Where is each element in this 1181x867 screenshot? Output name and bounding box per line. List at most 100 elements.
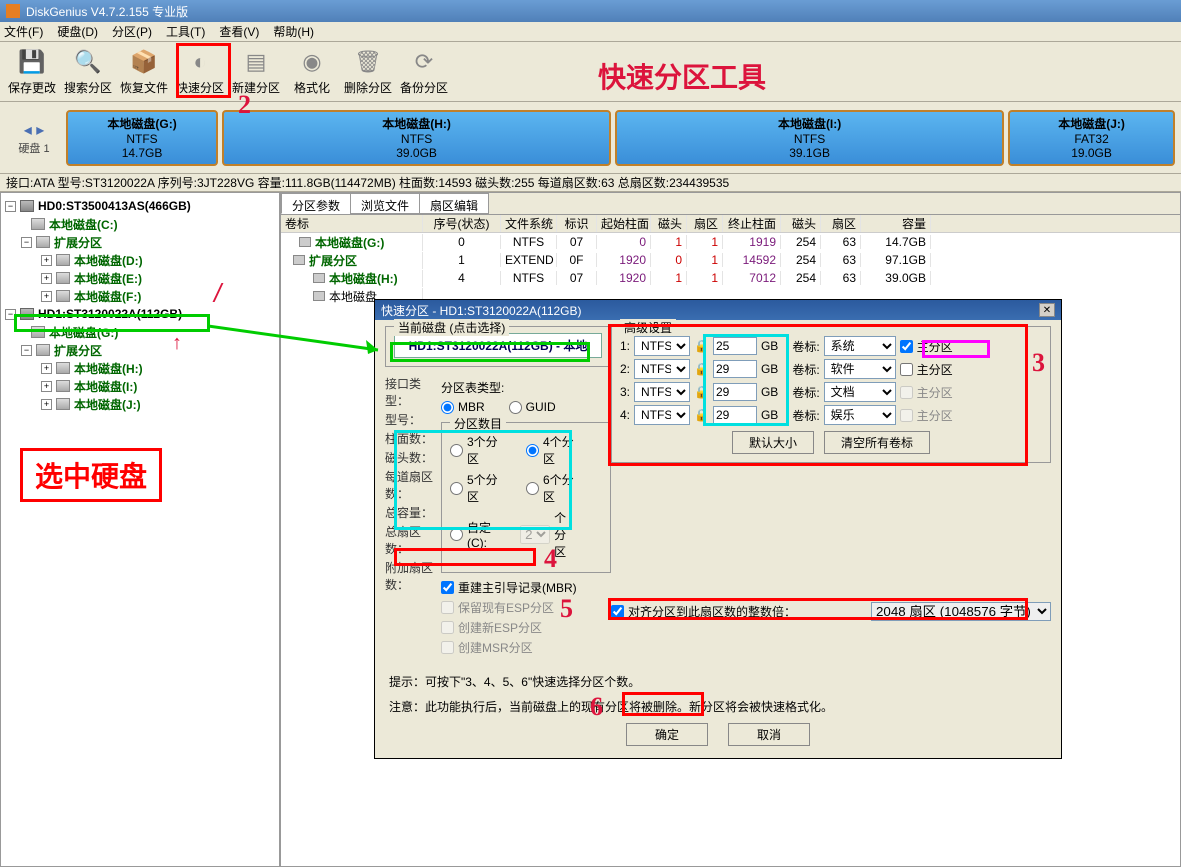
fs-select[interactable]: NTFS xyxy=(634,336,690,356)
chk-primary[interactable] xyxy=(900,363,913,376)
tree-g[interactable]: 本地磁盘(G:) xyxy=(3,323,277,341)
label-select[interactable]: 文档 xyxy=(824,382,896,402)
label-select[interactable]: 软件 xyxy=(824,359,896,379)
delete-partition-button[interactable]: 🗑删除分区 xyxy=(340,47,396,96)
save-button[interactable]: 💾保存更改 xyxy=(4,47,60,96)
menu-view[interactable]: 查看(V) xyxy=(219,23,259,40)
tree-c[interactable]: 本地磁盘(C:) xyxy=(3,215,277,233)
quick-partition-button[interactable]: ◐快速分区 xyxy=(172,47,228,96)
size-input[interactable] xyxy=(713,337,757,355)
tree-ext[interactable]: −扩展分区 xyxy=(3,233,277,251)
tree-e[interactable]: +本地磁盘(E:) xyxy=(3,269,277,287)
drive-icon xyxy=(56,290,70,302)
tree-panel: −HD0:ST3500413AS(466GB) 本地磁盘(C:) −扩展分区 +… xyxy=(0,192,280,867)
radio-3part[interactable] xyxy=(450,444,463,457)
search-partition-button[interactable]: 🔍搜索分区 xyxy=(60,47,116,96)
tree-hd0[interactable]: −HD0:ST3500413AS(466GB) xyxy=(3,197,277,215)
disk-block-j[interactable]: 本地磁盘(J:)FAT3219.0GB xyxy=(1008,110,1175,166)
custom-count-select[interactable]: 2 xyxy=(520,525,550,544)
radio-5part[interactable] xyxy=(450,482,463,495)
disk-block-g[interactable]: 本地磁盘(G:)NTFS14.7GB xyxy=(66,110,218,166)
tree-expand-icon[interactable]: + xyxy=(41,291,52,302)
menu-file[interactable]: 文件(F) xyxy=(4,23,43,40)
chk-new-esp xyxy=(441,621,454,634)
dialog-close-button[interactable]: ✕ xyxy=(1039,303,1055,317)
menu-disk[interactable]: 硬盘(D) xyxy=(57,23,98,40)
tree-i[interactable]: +本地磁盘(I:) xyxy=(3,377,277,395)
drive-icon xyxy=(31,326,45,338)
label-select[interactable]: 娱乐 xyxy=(824,405,896,425)
tree-expand-icon[interactable]: + xyxy=(41,273,52,284)
toolbar: 💾保存更改 🔍搜索分区 📦恢复文件 ◐快速分区 ▤新建分区 ◉格式化 🗑删除分区… xyxy=(0,42,1181,102)
tab-browse-files[interactable]: 浏览文件 xyxy=(350,193,420,214)
cancel-button[interactable]: 取消 xyxy=(728,723,810,746)
format-button[interactable]: ◉格式化 xyxy=(284,47,340,96)
disk-count-label: 硬盘 1 xyxy=(4,140,64,156)
backup-partition-button[interactable]: ⟳备份分区 xyxy=(396,47,452,96)
tree-j[interactable]: +本地磁盘(J:) xyxy=(3,395,277,413)
tree-ext2[interactable]: −扩展分区 xyxy=(3,341,277,359)
chk-rebuild-mbr[interactable] xyxy=(441,581,454,594)
table-row[interactable]: 本地磁盘(H:)4NTFS0719201170122546339.0GB xyxy=(281,269,1180,287)
fs-select[interactable]: NTFS xyxy=(634,405,690,425)
tab-partition-params[interactable]: 分区参数 xyxy=(281,193,351,214)
recover-files-button[interactable]: 📦恢复文件 xyxy=(116,47,172,96)
menu-partition[interactable]: 分区(P) xyxy=(112,23,152,40)
radio-4part[interactable] xyxy=(526,444,539,457)
drive-icon xyxy=(36,344,50,356)
tree-collapse-icon[interactable]: − xyxy=(21,237,32,248)
tree-collapse-icon[interactable]: − xyxy=(5,309,16,320)
nav-arrows-icon[interactable]: ◂ ▸ xyxy=(4,120,64,140)
ok-button[interactable]: 确定 xyxy=(626,723,708,746)
new-partition-button[interactable]: ▤新建分区 xyxy=(228,47,284,96)
size-input[interactable] xyxy=(713,406,757,424)
chk-align[interactable] xyxy=(611,605,624,618)
menu-tools[interactable]: 工具(T) xyxy=(166,23,205,40)
disk-block-h[interactable]: 本地磁盘(H:)NTFS39.0GB xyxy=(222,110,611,166)
window-title: DiskGenius V4.7.2.155 专业版 xyxy=(26,3,188,20)
drive-icon xyxy=(56,380,70,392)
dialog-hint2: 注意：此功能执行后，当前磁盘上的现有分区将被删除。新分区将会被快速格式化。 xyxy=(389,698,1047,715)
format-icon: ◉ xyxy=(297,47,327,77)
clear-labels-button[interactable]: 清空所有卷标 xyxy=(824,431,930,454)
fs-select[interactable]: NTFS xyxy=(634,382,690,402)
backup-icon: ⟳ xyxy=(409,47,439,77)
tree-h[interactable]: +本地磁盘(H:) xyxy=(3,359,277,377)
tab-sector-edit[interactable]: 扇区编辑 xyxy=(419,193,489,214)
radio-6part[interactable] xyxy=(526,482,539,495)
tree-expand-icon[interactable]: + xyxy=(41,255,52,266)
tree-d[interactable]: +本地磁盘(D:) xyxy=(3,251,277,269)
chk-msr xyxy=(441,641,454,654)
fs-select[interactable]: NTFS xyxy=(634,359,690,379)
disk-info-bar: 接口:ATA 型号:ST3120022A 序列号:3JT228VG 容量:111… xyxy=(0,174,1181,192)
tree-expand-icon[interactable]: + xyxy=(41,363,52,374)
disk-icon xyxy=(20,200,34,212)
radio-guid[interactable] xyxy=(509,401,522,414)
align-select[interactable]: 2048 扇区 (1048576 字节) xyxy=(871,602,1051,621)
default-size-button[interactable]: 默认大小 xyxy=(732,431,814,454)
radio-custom[interactable] xyxy=(450,528,463,541)
disk-nav: ◂ ▸ 硬盘 1 xyxy=(4,120,64,156)
disk-block-i[interactable]: 本地磁盘(I:)NTFS39.1GB xyxy=(615,110,1004,166)
tree-expand-icon[interactable]: + xyxy=(41,399,52,410)
current-disk-fieldset: 当前磁盘 (点击选择) HD1:ST3120022A(112GB) - 本地 xyxy=(385,326,611,367)
tree-collapse-icon[interactable]: − xyxy=(5,201,16,212)
tree-expand-icon[interactable]: + xyxy=(41,381,52,392)
menu-help[interactable]: 帮助(H) xyxy=(273,23,314,40)
chk-primary[interactable] xyxy=(900,340,913,353)
table-header: 卷标 序号(状态) 文件系统 标识 起始柱面 磁头 扇区 终止柱面 磁头 扇区 … xyxy=(281,215,1180,233)
size-input[interactable] xyxy=(713,383,757,401)
tree-hd1[interactable]: −HD1:ST3120022A(112GB) xyxy=(3,305,277,323)
label-select[interactable]: 系统 xyxy=(824,336,896,356)
current-disk-selector[interactable]: HD1:ST3120022A(112GB) - 本地 xyxy=(394,333,602,358)
tree-collapse-icon[interactable]: − xyxy=(21,345,32,356)
dialog-title: 快速分区 - HD1:ST3120022A(112GB) xyxy=(381,302,582,319)
disk-icon xyxy=(20,308,34,320)
tree-f[interactable]: +本地磁盘(F:) xyxy=(3,287,277,305)
radio-mbr[interactable] xyxy=(441,401,454,414)
annotation-toolbar-text: 快速分区工具 xyxy=(598,56,766,96)
size-input[interactable] xyxy=(713,360,757,378)
table-row[interactable]: 本地磁盘(G:)0NTFS0701119192546314.7GB xyxy=(281,233,1180,251)
search-icon: 🔍 xyxy=(73,47,103,77)
table-row[interactable]: 扩展分区1EXTEND0F192001145922546397.1GB xyxy=(281,251,1180,269)
